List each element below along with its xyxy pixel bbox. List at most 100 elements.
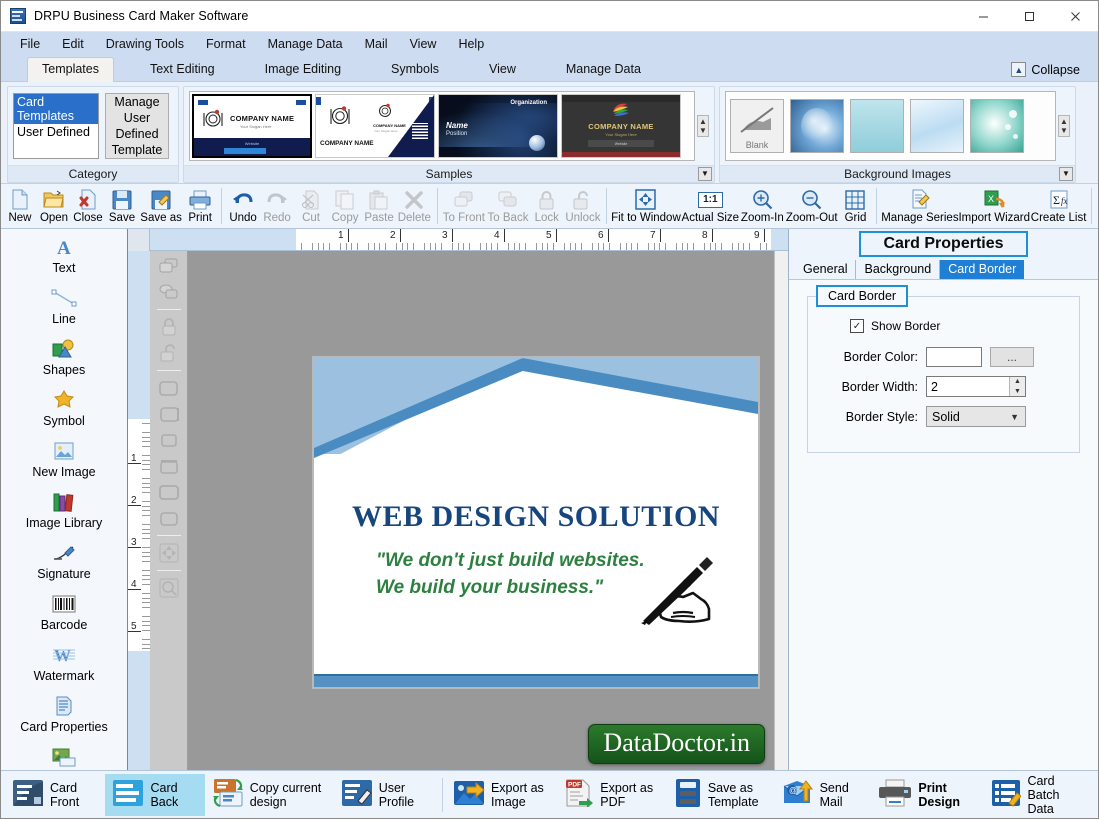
toolbar-save-button[interactable]: Save	[105, 184, 139, 228]
card-title-text[interactable]: WEB DESIGN SOLUTION	[314, 500, 758, 534]
tool-card-background[interactable]: Card Background	[1, 739, 127, 770]
tool-signature[interactable]: Signature	[1, 535, 127, 586]
stepper-up-icon[interactable]: ▲	[1010, 377, 1025, 387]
zoom-object-icon[interactable]	[156, 577, 182, 599]
sample-template-globe-logo[interactable]: COMPANY NAME Your Slogan Here Website	[561, 94, 681, 158]
menu-item-edit[interactable]: Edit	[51, 34, 95, 54]
export-as-image-button[interactable]: Export as Image	[446, 774, 557, 816]
stepper-arrows[interactable]: ▲ ▼	[1009, 377, 1025, 396]
toolbar-actual-size-button[interactable]: 1:1 Actual Size	[681, 184, 740, 228]
menu-item-help[interactable]: Help	[447, 34, 495, 54]
minimize-icon[interactable]	[960, 1, 1006, 32]
lock-object-icon[interactable]	[156, 316, 182, 338]
tab-card-border[interactable]: Card Border	[940, 260, 1025, 279]
align-bottom-icon[interactable]	[156, 481, 182, 503]
background-images-strip[interactable]: Blank	[725, 91, 1056, 161]
tab-symbols[interactable]: Symbols	[377, 58, 453, 81]
canvas-vertical-scrollbar[interactable]	[774, 251, 788, 770]
menu-item-mail[interactable]: Mail	[354, 34, 399, 54]
background-thumb-blank[interactable]: Blank	[730, 99, 784, 153]
card-tagline-text[interactable]: "We don't just build websites. We build …	[376, 548, 645, 602]
background-images-scrollbar[interactable]: ▲ ▼	[1058, 115, 1070, 137]
tab-view[interactable]: View	[475, 58, 530, 81]
bg-scroll-down-icon[interactable]: ▼	[1060, 126, 1068, 135]
save-as-template-button[interactable]: Save as Template	[667, 774, 775, 816]
close-icon[interactable]	[1052, 1, 1098, 32]
send-mail-button[interactable]: @ Send Mail	[775, 774, 872, 816]
menu-item-format[interactable]: Format	[195, 34, 257, 54]
scroll-up-icon[interactable]: ▲	[699, 117, 707, 126]
tool-line[interactable]: Line	[1, 280, 127, 331]
user-profile-button[interactable]: User Profile	[334, 774, 439, 816]
samples-scrollbar[interactable]: ▲ ▼	[697, 115, 709, 137]
border-style-select[interactable]: Solid ▼	[926, 406, 1026, 427]
toolbar-zoom-out-button[interactable]: Zoom-Out	[785, 184, 839, 228]
tool-card-properties[interactable]: Card Properties	[1, 688, 127, 739]
menu-item-drawing-tools[interactable]: Drawing Tools	[95, 34, 195, 54]
background-images-expand-icon[interactable]: ▼	[1059, 167, 1073, 181]
unlock-object-icon[interactable]	[156, 342, 182, 364]
print-design-button[interactable]: Print Design	[871, 774, 984, 816]
tab-manage-data[interactable]: Manage Data	[552, 58, 655, 81]
collapse-ribbon-button[interactable]: ▲ Collapse	[1011, 62, 1080, 77]
tool-new-image[interactable]: New Image	[1, 433, 127, 484]
border-color-browse-button[interactable]: ...	[990, 347, 1034, 367]
tab-image-editing[interactable]: Image Editing	[251, 58, 355, 81]
tool-text[interactable]: A Text	[1, 229, 127, 280]
card-batch-data-button[interactable]: Card Batch Data	[984, 774, 1094, 816]
sample-template-organization[interactable]: Organization Name Position	[438, 94, 558, 158]
toolbar-close-button[interactable]: Close	[71, 184, 105, 228]
toolbar-import-wizard-button[interactable]: X Import Wizard	[958, 184, 1030, 228]
send-backward-icon[interactable]	[156, 281, 182, 303]
toolbar-open-button[interactable]: Open	[37, 184, 71, 228]
tab-text-editing[interactable]: Text Editing	[136, 58, 229, 81]
manage-user-defined-template-button[interactable]: Manage User Defined Template	[105, 93, 169, 159]
menu-item-file[interactable]: File	[9, 34, 51, 54]
toolbar-undo-button[interactable]: Undo	[226, 184, 260, 228]
bring-forward-icon[interactable]	[156, 255, 182, 277]
business-card-design[interactable]: WEB DESIGN SOLUTION "We don't just build…	[312, 356, 760, 689]
tab-background[interactable]: Background	[856, 260, 941, 279]
show-border-row[interactable]: ✓ Show Border	[850, 319, 1067, 333]
category-item-user-defined[interactable]: User Defined	[14, 124, 98, 140]
bg-scroll-up-icon[interactable]: ▲	[1060, 117, 1068, 126]
card-front-button[interactable]: Card Front	[5, 774, 105, 816]
align-right-icon[interactable]	[156, 403, 182, 425]
toolbar-grid-button[interactable]: Grid	[838, 184, 872, 228]
tool-barcode[interactable]: Barcode	[1, 586, 127, 637]
border-color-swatch[interactable]	[926, 347, 982, 367]
stepper-down-icon[interactable]: ▼	[1010, 387, 1025, 397]
toolbar-save-as-button[interactable]: Save as	[139, 184, 183, 228]
align-middle-icon[interactable]	[156, 507, 182, 529]
background-thumb-teal-texture[interactable]	[850, 99, 904, 153]
move-object-icon[interactable]	[156, 542, 182, 564]
export-as-pdf-button[interactable]: PDF Export as PDF	[557, 774, 667, 816]
menu-item-manage-data[interactable]: Manage Data	[257, 34, 354, 54]
toolbar-print-button[interactable]: Print	[183, 184, 217, 228]
samples-strip[interactable]: COMPANY NAME Your Slogan Here Website CO…	[189, 91, 695, 161]
sample-template-restaurant[interactable]: COMPANY NAME Your Slogan Here Website	[192, 94, 312, 158]
tab-general[interactable]: General	[795, 260, 857, 279]
align-left-icon[interactable]	[156, 377, 182, 399]
toolbar-manage-series-button[interactable]: Manage Series	[881, 184, 959, 228]
card-back-button[interactable]: Card Back	[105, 773, 205, 816]
toolbar-zoom-in-button[interactable]: Zoom-In	[740, 184, 785, 228]
category-list[interactable]: Card Templates User Defined	[13, 93, 99, 159]
border-width-stepper[interactable]: 2 ▲ ▼	[926, 376, 1026, 397]
scroll-down-icon[interactable]: ▼	[699, 126, 707, 135]
tool-shapes[interactable]: Shapes	[1, 331, 127, 382]
hand-writing-pen-icon[interactable]	[635, 555, 740, 625]
design-canvas[interactable]: WEB DESIGN SOLUTION "We don't just build…	[188, 251, 774, 770]
maximize-icon[interactable]	[1006, 1, 1052, 32]
background-thumb-green-bubbles[interactable]	[970, 99, 1024, 153]
tab-templates[interactable]: Templates	[27, 57, 114, 82]
background-thumb-blue-swirl[interactable]	[790, 99, 844, 153]
sample-template-restaurant-qr[interactable]: COMPANY NAME Your Slogan Here COMPANY NA…	[315, 94, 435, 158]
copy-current-design-button[interactable]: Copy current design	[205, 774, 334, 816]
samples-expand-icon[interactable]: ▼	[698, 167, 712, 181]
category-item-card-templates[interactable]: Card Templates	[14, 94, 98, 124]
background-thumb-light-blue[interactable]	[910, 99, 964, 153]
tool-watermark[interactable]: W Watermark	[1, 637, 127, 688]
align-top-icon[interactable]	[156, 455, 182, 477]
tool-image-library[interactable]: Image Library	[1, 484, 127, 535]
